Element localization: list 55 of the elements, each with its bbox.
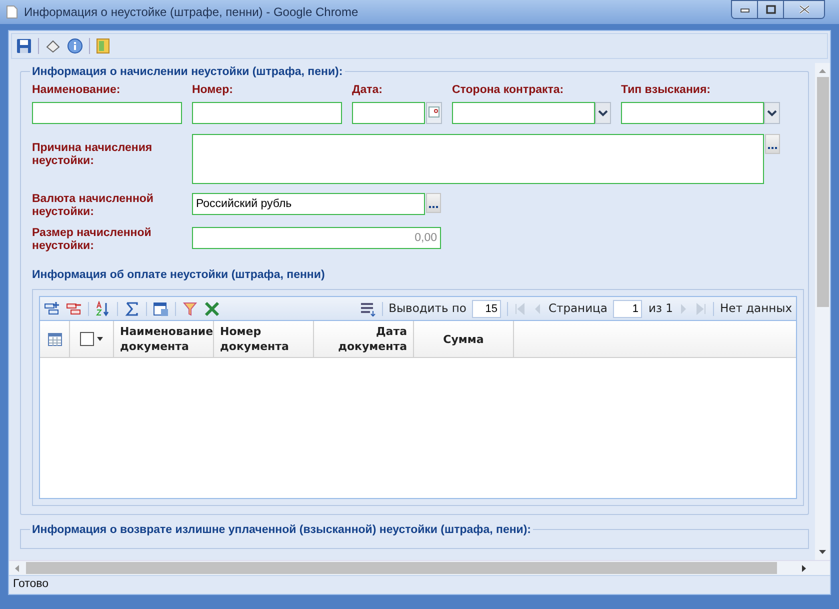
scroll-down-icon[interactable] [818, 548, 827, 556]
close-icon [798, 5, 810, 14]
page-size-label: Выводить по [388, 300, 466, 318]
funnel-icon[interactable] [182, 300, 198, 317]
dropdown-field[interactable] [621, 102, 764, 124]
paging-status: Нет данных [720, 300, 792, 318]
page-size-icon[interactable] [360, 300, 376, 317]
page-icon [6, 5, 18, 19]
column-header: Дата документа [337, 324, 407, 354]
dropdown-field[interactable] [452, 102, 595, 124]
scroll-left-icon[interactable] [13, 564, 22, 572]
add-row-icon[interactable] [44, 300, 60, 317]
close-button[interactable] [784, 1, 824, 18]
maximize-button[interactable] [758, 1, 784, 18]
page-label: Страница [548, 300, 608, 318]
field-label: Дата: [352, 84, 384, 98]
horizontal-scrollbar[interactable] [9, 560, 830, 575]
delete-row-icon[interactable] [66, 300, 82, 317]
ellipsis-button[interactable] [426, 193, 441, 213]
scroll-up-icon[interactable] [818, 67, 827, 75]
page-number-field[interactable]: 1 [613, 300, 642, 318]
field-label: Причина начисления неустойки: [32, 141, 154, 169]
input-field[interactable] [32, 102, 182, 124]
field-label: Наименование: [32, 84, 122, 98]
ellipsis-button[interactable] [765, 134, 780, 154]
window-title: Информация о неустойке (штрафе, пенни) - Google Chrome [24, 4, 360, 21]
columns-icon[interactable] [48, 332, 62, 346]
field-label: Тип взыскания: [621, 84, 712, 98]
vertical-scrollbar[interactable] [815, 63, 830, 560]
input-field[interactable]: 0,00 [192, 227, 441, 249]
section-title: Информация об оплате неустойки (штрафа, пенни) [32, 268, 326, 283]
minimize-icon [740, 6, 750, 12]
scroll-right-icon[interactable] [799, 564, 808, 572]
input-field[interactable]: Российский рубль [192, 193, 425, 215]
calendar-icon[interactable] [426, 102, 442, 124]
page-count: из 1 [648, 300, 673, 318]
minimize-button[interactable] [732, 1, 758, 18]
field-label: Сторона контракта: [452, 84, 565, 98]
field-label: Номер: [192, 84, 234, 98]
info-icon[interactable] [67, 38, 83, 54]
page-size-field[interactable]: 15 [472, 300, 502, 318]
field-label: Размер начисленной неустойки: [32, 227, 152, 253]
save-icon[interactable] [16, 38, 32, 54]
column-header: Наименование документа [120, 324, 214, 354]
date-field[interactable] [352, 102, 425, 124]
column-header: Номер документа [220, 324, 290, 354]
table-icon[interactable] [153, 300, 169, 317]
column-header: Сумма [443, 332, 484, 347]
select-all-checkbox[interactable] [80, 332, 104, 346]
maximize-icon [766, 5, 776, 14]
sort-icon[interactable] [95, 300, 111, 317]
input-field[interactable] [192, 102, 342, 124]
field-label: Валюта начисленной неустойки: [32, 193, 154, 219]
status-text: Готово [13, 577, 49, 592]
sigma-icon[interactable] [124, 300, 140, 317]
